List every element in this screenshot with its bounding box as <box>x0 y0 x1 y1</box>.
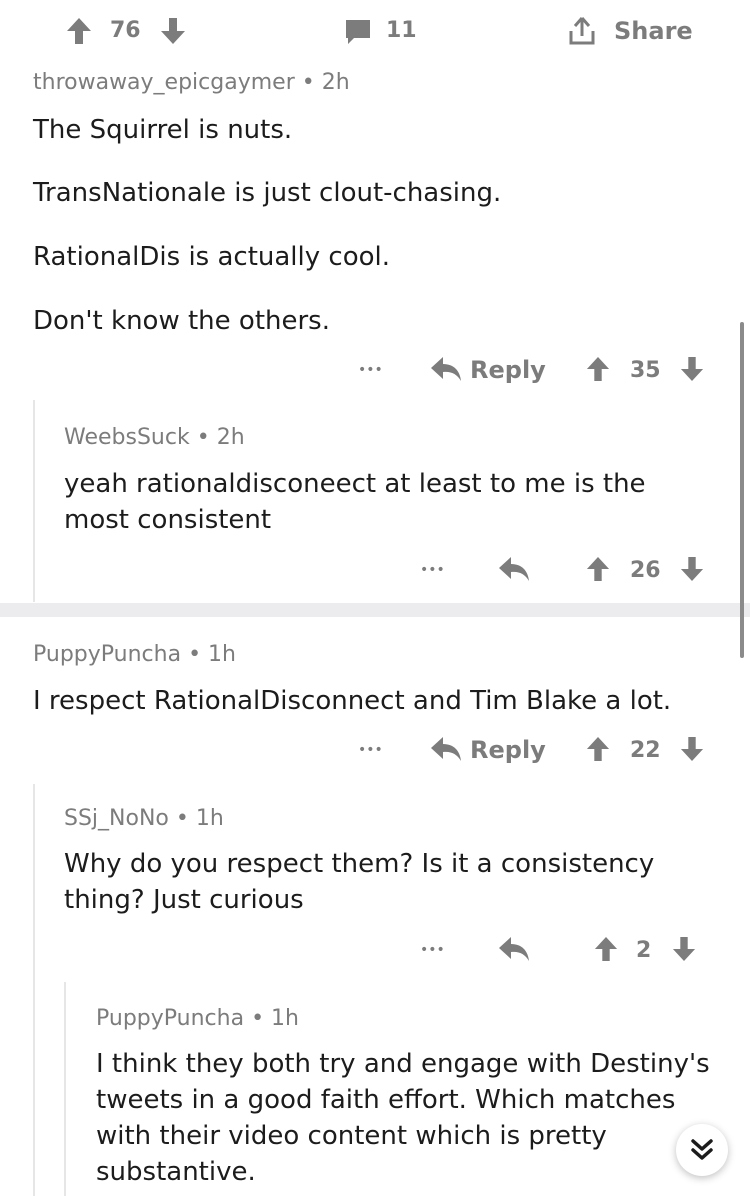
comment-count[interactable]: 11 <box>386 18 417 43</box>
comment-time: 1h <box>271 1006 299 1031</box>
comment-score: 26 <box>630 558 661 583</box>
down-arrow-icon[interactable] <box>672 936 696 962</box>
down-arrow-icon[interactable] <box>160 17 186 45</box>
reply-button[interactable]: Reply <box>470 356 546 384</box>
reply-arrow-icon[interactable] <box>430 736 462 762</box>
comment-author[interactable]: throwaway_epicgaymer <box>33 70 295 95</box>
comment-time: 1h <box>208 642 236 667</box>
more-options-button[interactable]: ••• <box>358 742 383 758</box>
comment-paragraph: TransNationale is just clout-chasing. <box>33 178 502 208</box>
down-arrow-icon[interactable] <box>680 356 704 382</box>
comment-paragraph: Don't know the others. <box>33 306 330 336</box>
comment-author[interactable]: PuppyPuncha <box>96 1006 244 1031</box>
comment-meta: WeebsSuck • 2h <box>64 425 245 450</box>
comment-time: 1h <box>195 806 224 831</box>
comment-author[interactable]: WeebsSuck <box>64 425 190 450</box>
reply-arrow-icon[interactable] <box>498 556 530 582</box>
down-arrow-icon[interactable] <box>680 556 704 582</box>
more-options-button[interactable]: ••• <box>420 942 445 958</box>
post-upvote-count: 76 <box>110 18 141 43</box>
comment-meta: SSj_NoNo • 1h <box>64 806 224 831</box>
comment-meta: PuppyPuncha • 1h <box>96 1006 299 1031</box>
comment-body: I respect RationalDisconnect and Tim Bla… <box>33 686 672 716</box>
scrollbar[interactable] <box>740 322 744 658</box>
comment-body: yeah rationaldisconeect at least to me i… <box>64 469 646 535</box>
comment-body: Why do you respect them? Is it a consist… <box>64 849 655 915</box>
comment-time: 2h <box>321 70 350 95</box>
share-button[interactable]: Share <box>614 17 693 45</box>
meta-separator: • <box>175 806 189 831</box>
meta-separator: • <box>188 642 202 667</box>
up-arrow-icon[interactable] <box>586 556 610 582</box>
up-arrow-icon[interactable] <box>66 17 92 45</box>
meta-separator: • <box>196 425 210 450</box>
double-chevron-down-icon <box>690 1137 714 1163</box>
comment-score: 22 <box>630 738 661 763</box>
comment-score: 2 <box>636 938 652 963</box>
share-icon[interactable] <box>568 16 596 46</box>
comment-meta: PuppyPuncha • 1h <box>33 642 236 667</box>
post-action-bar: 76 11 Share <box>0 0 750 60</box>
comment-paragraph: The Squirrel is nuts. <box>33 115 293 145</box>
comment-meta: throwaway_epicgaymer • 2h <box>33 70 350 95</box>
comment-time: 2h <box>216 425 245 450</box>
down-arrow-icon[interactable] <box>680 736 704 762</box>
thread-line[interactable] <box>33 400 35 602</box>
reply-arrow-icon[interactable] <box>430 356 462 382</box>
meta-separator: • <box>301 70 315 95</box>
comment-bubble-icon[interactable] <box>344 18 372 46</box>
reply-button[interactable]: Reply <box>470 736 546 764</box>
thread-line[interactable] <box>64 982 66 1196</box>
comment-author[interactable]: PuppyPuncha <box>33 642 181 667</box>
comment-body: I think they both try and engage with De… <box>96 1049 710 1187</box>
up-arrow-icon[interactable] <box>586 356 610 382</box>
comment-author[interactable]: SSj_NoNo <box>64 806 169 831</box>
comment-score: 35 <box>630 358 661 383</box>
thread-divider <box>0 603 750 617</box>
up-arrow-icon[interactable] <box>586 736 610 762</box>
reply-arrow-icon[interactable] <box>498 936 530 962</box>
comment-paragraph: RationalDis is actually cool. <box>33 242 391 272</box>
more-options-button[interactable]: ••• <box>358 362 383 378</box>
more-options-button[interactable]: ••• <box>420 562 445 578</box>
meta-separator: • <box>251 1006 265 1031</box>
up-arrow-icon[interactable] <box>594 936 618 962</box>
thread-line[interactable] <box>33 784 35 1196</box>
next-comment-button[interactable] <box>676 1124 728 1176</box>
